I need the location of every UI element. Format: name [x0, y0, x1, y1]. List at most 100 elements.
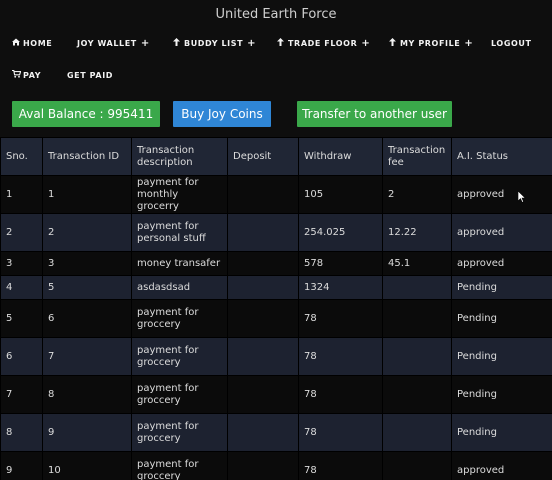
cell-transaction-id: 3 — [42, 251, 132, 276]
site-title: United Earth Force — [215, 7, 337, 22]
cell-withdraw: 105 — [298, 175, 383, 214]
cell-sno: 9 — [0, 451, 43, 480]
column-header: Deposit — [227, 137, 299, 176]
transactions-table: Sno. Transaction ID Transaction descript… — [0, 137, 552, 480]
table-row: 5 6 payment for groccery 78 Pending — [0, 299, 552, 338]
cell-deposit — [227, 375, 299, 414]
cell-withdraw: 78 — [298, 451, 383, 480]
cell-withdraw: 78 — [298, 413, 383, 452]
cell-fee — [382, 413, 452, 452]
cell-status: Pending — [451, 275, 552, 300]
cell-status: approved — [451, 451, 552, 480]
cell-deposit — [227, 175, 299, 214]
cell-description: payment for monthly grocerry — [131, 175, 228, 214]
cell-transaction-id: 5 — [42, 275, 132, 300]
cell-status: approved — [451, 175, 552, 214]
cell-sno: 4 — [0, 275, 43, 300]
cell-status: Pending — [451, 299, 552, 338]
cell-transaction-id: 1 — [42, 175, 132, 214]
cell-transaction-id: 2 — [42, 213, 132, 252]
column-header: Sno. — [0, 137, 43, 176]
nav-trade-floor-label: TRADE FLOOR — [288, 39, 358, 48]
cell-deposit — [227, 299, 299, 338]
nav-home[interactable]: HOME — [12, 34, 52, 54]
cell-fee — [382, 337, 452, 376]
cell-description: payment for groccery — [131, 375, 228, 414]
nav-get-paid-label: GET PAID — [67, 71, 114, 80]
nav-logout-label: LOGOUT — [491, 39, 532, 48]
buy-joy-coins-button[interactable]: Buy Joy Coins — [173, 101, 271, 127]
cell-sno: 8 — [0, 413, 43, 452]
cell-transaction-id: 10 — [42, 451, 132, 480]
nav-logout[interactable]: LOGOUT — [491, 34, 532, 54]
cell-transaction-id: 7 — [42, 337, 132, 376]
plus-icon: + — [361, 38, 371, 49]
plus-icon: + — [140, 38, 150, 49]
nav-get-paid[interactable]: GET PAID — [67, 66, 113, 86]
cell-status: Pending — [451, 413, 552, 452]
home-icon — [12, 34, 21, 54]
nav-buddy-list[interactable]: BUDDY LIST + — [173, 34, 256, 54]
nav-pay[interactable]: PAY — [12, 66, 41, 86]
cell-description: payment for groccery — [131, 413, 228, 452]
column-header: A.I. Status — [451, 137, 552, 176]
cell-sno: 2 — [0, 213, 43, 252]
column-header: Transaction ID — [42, 137, 132, 176]
cell-description: payment for groccery — [131, 299, 228, 338]
table-row: 9 10 payment for groccery 78 approved — [0, 451, 552, 480]
nav-my-profile-label: MY PROFILE — [400, 39, 461, 48]
cell-description: money transafer — [131, 251, 228, 276]
cell-withdraw: 578 — [298, 251, 383, 276]
cell-fee: 2 — [382, 175, 452, 214]
wallet-actions: Aval Balance : 995411 Buy Joy Coins Tran… — [0, 101, 552, 127]
arrow-up-icon — [173, 34, 182, 54]
cell-withdraw: 1324 — [298, 275, 383, 300]
table-row: 4 5 asdasdsad 1324 Pending — [0, 275, 552, 300]
transactions-table-wrap: Sno. Transaction ID Transaction descript… — [0, 137, 552, 480]
nav-trade-floor[interactable]: TRADE FLOOR + — [277, 34, 370, 54]
plus-icon: + — [247, 38, 257, 49]
table-row: 6 7 payment for groccery 78 Pending — [0, 337, 552, 376]
cell-description: payment for groccery — [131, 337, 228, 376]
cell-status: approved — [451, 213, 552, 252]
cell-sno: 5 — [0, 299, 43, 338]
cell-status: Pending — [451, 375, 552, 414]
table-row: 3 3 money transafer 578 45.1 approved — [0, 251, 552, 276]
cell-fee — [382, 451, 452, 480]
column-header: Withdraw — [298, 137, 383, 176]
cell-transaction-id: 9 — [42, 413, 132, 452]
table-row: 2 2 payment for personal stuff 254.025 1… — [0, 213, 552, 252]
cell-deposit — [227, 275, 299, 300]
cell-status: approved — [451, 251, 552, 276]
nav-my-profile[interactable]: MY PROFILE + — [389, 34, 473, 54]
cell-description: payment for groccery — [131, 451, 228, 480]
column-header: Transaction description — [131, 137, 228, 176]
cell-fee: 12.22 — [382, 213, 452, 252]
table-row: 8 9 payment for groccery 78 Pending — [0, 413, 552, 452]
nav-pay-label: PAY — [23, 71, 42, 80]
arrow-up-icon — [389, 34, 398, 54]
cell-deposit — [227, 451, 299, 480]
cell-fee: 45.1 — [382, 251, 452, 276]
cell-sno: 3 — [0, 251, 43, 276]
cell-fee — [382, 299, 452, 338]
cell-transaction-id: 8 — [42, 375, 132, 414]
table-row: 1 1 payment for monthly grocerry 105 2 a… — [0, 175, 552, 214]
nav-home-label: HOME — [23, 39, 53, 48]
table-row: 7 8 payment for groccery 78 Pending — [0, 375, 552, 414]
transfer-button[interactable]: Transfer to another user — [297, 101, 452, 127]
cell-sno: 1 — [0, 175, 43, 214]
balance-button[interactable]: Aval Balance : 995411 — [12, 101, 160, 127]
cell-deposit — [227, 213, 299, 252]
cell-status: Pending — [451, 337, 552, 376]
arrow-up-icon — [277, 34, 286, 54]
cell-withdraw: 254.025 — [298, 213, 383, 252]
nav-joy-wallet-label: JOY WALLET — [77, 39, 137, 48]
nav-buddy-list-label: BUDDY LIST — [184, 39, 244, 48]
nav-joy-wallet[interactable]: JOY WALLET + — [77, 34, 150, 54]
mouse-cursor-icon — [517, 188, 527, 203]
plus-icon: + — [464, 38, 474, 49]
cell-withdraw: 78 — [298, 337, 383, 376]
cell-description: asdasdsad — [131, 275, 228, 300]
cell-withdraw: 78 — [298, 375, 383, 414]
